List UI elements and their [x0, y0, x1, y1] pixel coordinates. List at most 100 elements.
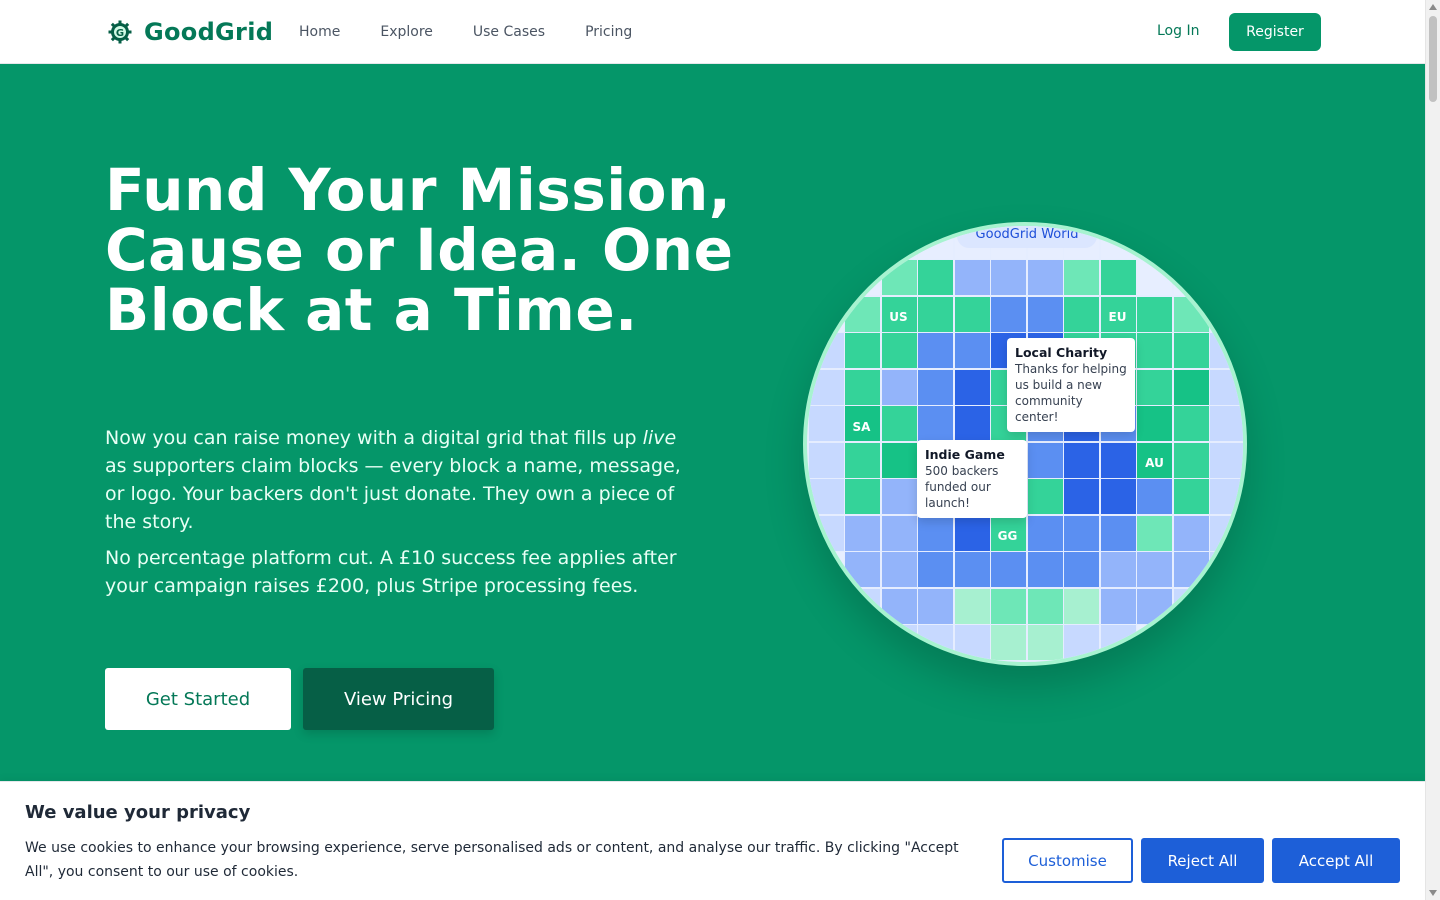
grid-block[interactable] [1064, 552, 1099, 587]
grid-globe[interactable]: GoodGrid World US EU SA AU GG Local Char… [803, 222, 1247, 666]
grid-block[interactable] [808, 260, 844, 295]
grid-block[interactable] [1210, 442, 1243, 478]
customise-button[interactable]: Customise [1002, 838, 1133, 883]
grid-block[interactable] [881, 226, 917, 259]
grid-block[interactable] [808, 333, 844, 368]
grid-block[interactable] [881, 406, 917, 441]
grid-block[interactable] [1173, 442, 1209, 478]
grid-block[interactable] [991, 625, 1026, 660]
grid-block[interactable] [808, 479, 844, 514]
grid-block[interactable] [1210, 625, 1243, 660]
grid-block[interactable] [1173, 333, 1209, 368]
reject-all-button[interactable]: Reject All [1141, 838, 1264, 883]
grid-block[interactable] [1100, 260, 1136, 295]
grid-block[interactable] [918, 333, 953, 368]
grid-block[interactable] [1137, 296, 1172, 332]
grid-block[interactable] [991, 552, 1026, 587]
grid-block[interactable] [918, 369, 953, 405]
grid-block[interactable] [1210, 406, 1243, 441]
grid-block[interactable] [845, 625, 880, 660]
grid-block[interactable] [954, 625, 990, 660]
grid-block[interactable] [1173, 625, 1209, 660]
grid-block[interactable] [845, 588, 880, 624]
grid-block[interactable] [1064, 479, 1099, 514]
grid-block[interactable] [1173, 515, 1209, 551]
grid-block[interactable] [1027, 260, 1063, 295]
logo[interactable]: G GoodGrid [108, 18, 273, 46]
grid-block[interactable] [1210, 260, 1243, 295]
grid-block[interactable] [1137, 625, 1172, 660]
grid-block[interactable] [1137, 333, 1172, 368]
grid-block[interactable] [881, 479, 917, 514]
grid-block[interactable] [1210, 479, 1243, 514]
grid-block[interactable] [845, 296, 880, 332]
grid-block[interactable] [1100, 226, 1136, 259]
grid-block[interactable] [954, 406, 990, 441]
grid-block[interactable] [991, 588, 1026, 624]
grid-block[interactable] [808, 296, 844, 332]
grid-block[interactable] [918, 552, 953, 587]
grid-block[interactable] [1100, 552, 1136, 587]
grid-block[interactable] [1064, 442, 1099, 478]
grid-block[interactable] [1064, 515, 1099, 551]
grid-block[interactable] [1173, 226, 1209, 259]
grid-block[interactable] [918, 625, 953, 660]
grid-block[interactable] [1173, 296, 1209, 332]
grid-block[interactable] [808, 226, 844, 259]
grid-block[interactable] [954, 369, 990, 405]
grid-block[interactable] [1173, 552, 1209, 587]
grid-block[interactable] [881, 625, 917, 660]
grid-block[interactable] [881, 515, 917, 551]
register-button[interactable]: Register [1229, 13, 1321, 51]
grid-block[interactable] [1210, 552, 1243, 587]
grid-block[interactable] [1100, 442, 1136, 478]
grid-block[interactable] [845, 552, 880, 587]
grid-block[interactable] [1173, 369, 1209, 405]
scroll-thumb[interactable] [1429, 16, 1437, 102]
accept-all-button[interactable]: Accept All [1272, 838, 1400, 883]
grid-block[interactable] [808, 552, 844, 587]
grid-block[interactable] [1064, 588, 1099, 624]
grid-block[interactable] [1027, 442, 1063, 478]
nav-link-home[interactable]: Home [299, 24, 340, 40]
grid-block[interactable] [918, 226, 953, 259]
nav-link-use-cases[interactable]: Use Cases [473, 24, 545, 40]
grid-block[interactable] [1064, 260, 1099, 295]
grid-block[interactable] [1064, 296, 1099, 332]
grid-block[interactable] [808, 442, 844, 478]
grid-block[interactable] [881, 442, 917, 478]
grid-block[interactable] [954, 552, 990, 587]
grid-block[interactable] [954, 588, 990, 624]
grid-block[interactable] [1064, 625, 1099, 660]
grid-block[interactable] [954, 515, 990, 551]
grid-block[interactable] [1137, 588, 1172, 624]
page-scrollbar[interactable] [1425, 0, 1440, 900]
grid-block[interactable] [1210, 226, 1243, 259]
grid-block[interactable] [918, 406, 953, 441]
view-pricing-button[interactable]: View Pricing [303, 668, 494, 730]
grid-block[interactable] [808, 588, 844, 624]
grid-block[interactable] [1027, 625, 1063, 660]
grid-block[interactable] [1027, 515, 1063, 551]
grid-block[interactable] [881, 588, 917, 624]
grid-block[interactable] [1210, 515, 1243, 551]
grid-block[interactable] [1173, 260, 1209, 295]
grid-block[interactable] [808, 625, 844, 660]
grid-block[interactable] [1173, 588, 1209, 624]
grid-block[interactable] [1027, 588, 1063, 624]
grid-block[interactable] [1137, 226, 1172, 259]
grid-block[interactable] [1210, 588, 1243, 624]
grid-block[interactable] [1173, 479, 1209, 514]
grid-block[interactable] [808, 369, 844, 405]
grid-block[interactable] [1210, 369, 1243, 405]
grid-block[interactable] [1210, 333, 1243, 368]
grid-block[interactable] [881, 260, 917, 295]
scroll-down-arrow-icon[interactable] [1429, 890, 1437, 896]
grid-block[interactable] [808, 515, 844, 551]
grid-block[interactable] [1137, 260, 1172, 295]
grid-block[interactable] [845, 260, 880, 295]
grid-block[interactable] [845, 479, 880, 514]
get-started-button[interactable]: Get Started [105, 668, 291, 730]
grid-block[interactable] [1137, 552, 1172, 587]
grid-block[interactable] [845, 369, 880, 405]
